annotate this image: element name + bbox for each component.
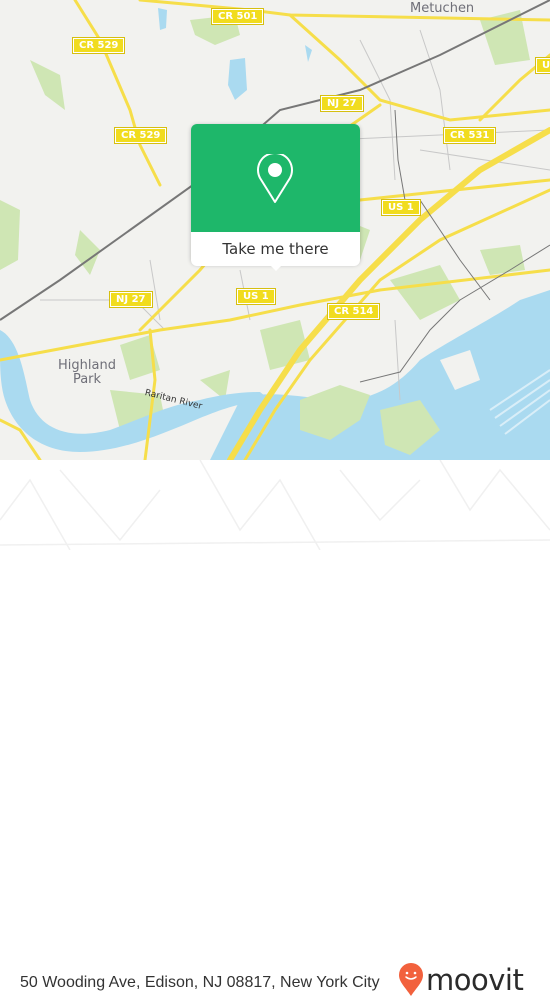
- road-shield-cr531: CR 531: [442, 127, 497, 144]
- popup-tail: [269, 264, 283, 271]
- popup-header: [191, 124, 360, 232]
- road-shield-cr529: CR 529: [113, 127, 168, 144]
- place-label-line: Highland: [58, 358, 116, 373]
- moovit-logo[interactable]: moovit: [398, 960, 524, 1000]
- road-shield-us1: US 1: [381, 199, 421, 216]
- take-me-there-button[interactable]: Take me there: [191, 232, 360, 266]
- footer-background-pattern: [0, 460, 550, 550]
- place-label-line: Park: [72, 372, 102, 387]
- road-shield-cr529: CR 529: [71, 37, 126, 54]
- location-popup: Take me there: [191, 124, 360, 271]
- place-label-highland-park: Highland Park: [56, 359, 118, 387]
- take-me-there-label: Take me there: [222, 240, 329, 258]
- moovit-pin-smile-icon: [399, 963, 423, 996]
- road-shield-cr501: CR 501: [210, 8, 265, 25]
- road-shield-cr514: CR 514: [326, 303, 381, 320]
- place-label-metuchen: Metuchen: [410, 1, 475, 16]
- road-shield-us1: US 1: [236, 288, 276, 305]
- address-text: 50 Wooding Ave, Edison, NJ 08817, New Yo…: [20, 974, 380, 991]
- footer: 50 Wooding Ave, Edison, NJ 08817, New Yo…: [0, 460, 550, 997]
- map-pin-icon: [257, 154, 293, 203]
- road-shield-nj27: NJ 27: [320, 95, 364, 112]
- road-shield-nj27: NJ 27: [109, 291, 153, 308]
- moovit-wordmark: moovit: [426, 963, 524, 997]
- road-shield-us1-partial: U: [534, 57, 550, 74]
- map-view[interactable]: CR 501 CR 529 CR 529 NJ 27 CR 531 US 1 N…: [0, 0, 550, 460]
